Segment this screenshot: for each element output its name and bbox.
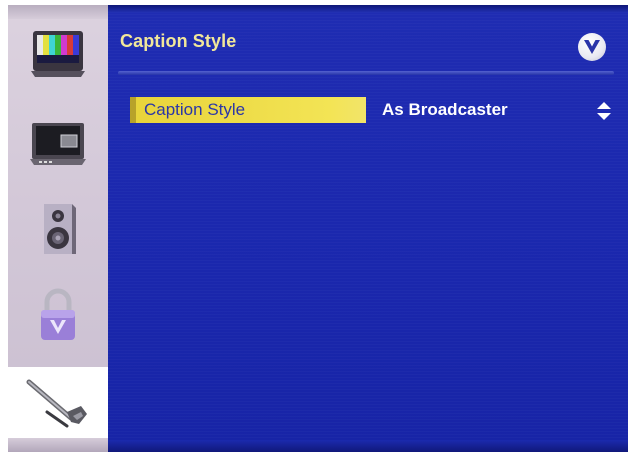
menu-row-label: Caption Style bbox=[130, 97, 366, 123]
sidebar-item-tv[interactable] bbox=[8, 19, 108, 91]
up-down-arrows-icon[interactable] bbox=[596, 101, 612, 121]
sidebar-item-picture[interactable] bbox=[8, 109, 108, 181]
sidebar-bottom-strip bbox=[8, 438, 108, 452]
menu-row-value[interactable]: As Broadcaster bbox=[382, 97, 508, 123]
speaker-icon bbox=[36, 200, 80, 262]
title-divider bbox=[118, 71, 614, 75]
osd-screen: Caption Style Caption Style As Broadcast… bbox=[8, 5, 628, 452]
sidebar-item-audio[interactable] bbox=[8, 195, 108, 267]
panel-top-bar bbox=[108, 5, 628, 13]
sidebar-top-strip bbox=[8, 5, 108, 19]
menu-panel: Caption Style Caption Style As Broadcast… bbox=[108, 5, 628, 452]
lock-icon bbox=[36, 286, 80, 348]
page-title: Caption Style bbox=[120, 31, 237, 51]
sidebar-item-setup[interactable] bbox=[8, 367, 108, 441]
sidebar-item-lock[interactable] bbox=[8, 281, 108, 353]
menu-row-caption-style[interactable]: Caption Style As Broadcaster bbox=[130, 97, 618, 123]
sidebar bbox=[8, 5, 108, 452]
picture-in-picture-icon bbox=[27, 117, 89, 173]
panel-bottom-bar bbox=[108, 440, 628, 452]
tv-color-bars-icon bbox=[27, 27, 89, 83]
vizio-v-logo-icon bbox=[578, 33, 606, 61]
wrench-icon bbox=[23, 372, 93, 436]
